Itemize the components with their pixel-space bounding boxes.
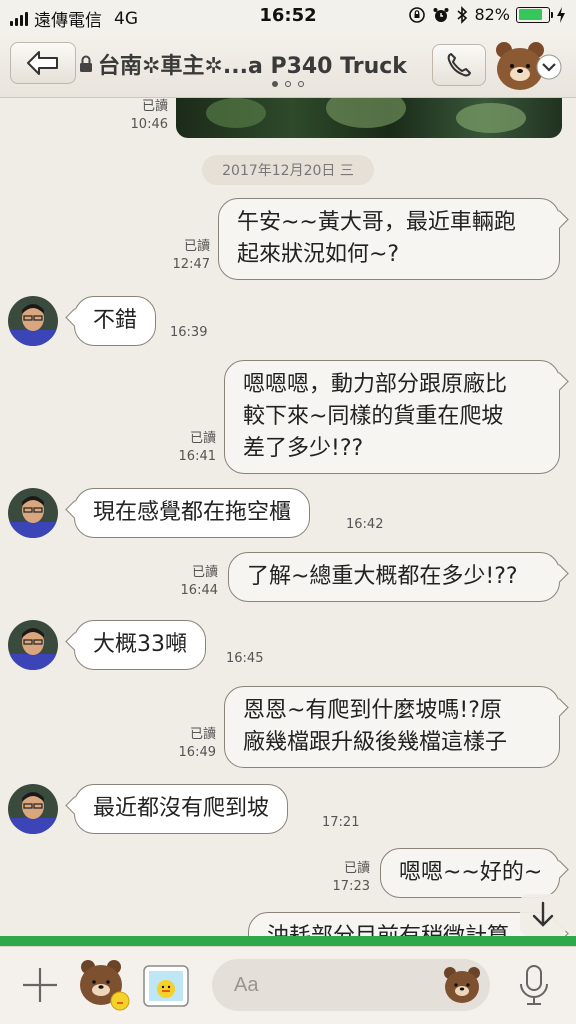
bear-sticker-icon[interactable] bbox=[74, 955, 132, 1013]
microphone-icon[interactable] bbox=[516, 963, 552, 1007]
message-time: 16:45 bbox=[226, 651, 264, 666]
message-time: 16:41 bbox=[178, 449, 216, 464]
message-time: 17:21 bbox=[322, 815, 360, 830]
message-line: 起來狀況如何~? bbox=[237, 242, 400, 267]
back-button[interactable] bbox=[10, 42, 76, 84]
incoming-message[interactable]: 大概33噸 bbox=[74, 620, 206, 670]
message-time: 16:49 bbox=[178, 745, 216, 760]
phone-icon bbox=[447, 53, 471, 77]
read-label: 已讀 bbox=[141, 99, 168, 114]
message-line: 大概33噸 bbox=[93, 632, 187, 657]
message-line: 了解~總重大概都在多少!?? bbox=[247, 564, 518, 589]
call-button[interactable] bbox=[432, 44, 486, 86]
message-meta: 已讀 16:41 bbox=[172, 430, 216, 466]
bluetooth-icon bbox=[457, 5, 468, 24]
lock-icon bbox=[80, 55, 92, 72]
input-divider bbox=[0, 936, 576, 946]
contact-avatar[interactable] bbox=[8, 620, 58, 670]
outgoing-message[interactable]: 嗯嗯~~好的~ bbox=[380, 848, 560, 898]
message-line: 差了多少!?? bbox=[243, 436, 364, 461]
incoming-message[interactable]: 現在感覺都在拖空櫃 bbox=[74, 488, 311, 538]
photo-meta: 已讀 10:46 bbox=[126, 98, 168, 134]
alarm-icon bbox=[433, 7, 449, 22]
status-bar: 遠傳電信 4G 16:52 82% bbox=[0, 0, 576, 32]
read-label: 已讀 bbox=[183, 239, 210, 254]
contact-avatar[interactable] bbox=[8, 296, 58, 346]
message-time: 12:47 bbox=[172, 257, 210, 272]
contact-avatar[interactable] bbox=[8, 784, 58, 834]
chat-title[interactable]: 台南✲車主✲...a P340 Truck bbox=[78, 48, 430, 80]
message-meta: 已讀 12:47 bbox=[166, 238, 210, 274]
read-label: 已讀 bbox=[189, 727, 216, 742]
page-dot bbox=[272, 81, 278, 87]
outgoing-message[interactable]: 恩恩~有爬到什麼坡嗎!?原 廠幾檔跟升級後幾檔這樣子 bbox=[224, 686, 560, 768]
message-line: 現在感覺都在拖空櫃 bbox=[93, 500, 292, 525]
battery-level bbox=[518, 9, 543, 20]
chevron-down-icon[interactable] bbox=[536, 54, 562, 80]
message-line: 午安~~黃大哥，最近車輛跑 bbox=[237, 210, 516, 235]
scroll-to-bottom-button[interactable] bbox=[520, 894, 566, 936]
message-meta: 已讀 16:49 bbox=[172, 726, 216, 762]
outgoing-message[interactable]: 了解~總重大概都在多少!?? bbox=[228, 552, 560, 602]
contact-avatar[interactable] bbox=[8, 488, 58, 538]
orientation-lock-icon bbox=[409, 6, 426, 23]
incoming-message[interactable]: 不錯 bbox=[74, 296, 157, 346]
message-line: 嗯嗯嗯，動力部分跟原廠比 bbox=[243, 372, 508, 397]
plus-icon[interactable] bbox=[20, 965, 60, 1005]
message-list[interactable]: 已讀 10:46 2017年12月20日 三 已讀 12:47 午安~~黃大哥，… bbox=[0, 98, 576, 946]
message-line: 恩恩~有爬到什麼坡嗎!?原 bbox=[243, 698, 502, 723]
read-label: 已讀 bbox=[191, 565, 218, 580]
message-line: 較下來~同樣的貨重在爬坡 bbox=[243, 404, 504, 429]
read-label: 已讀 bbox=[343, 861, 370, 876]
message-line: 廠幾檔跟升級後幾檔這樣子 bbox=[243, 730, 508, 755]
message-meta: 已讀 17:23 bbox=[328, 860, 370, 896]
read-label: 已讀 bbox=[189, 431, 216, 446]
photo-icon[interactable] bbox=[142, 963, 192, 1009]
message-time: 16:39 bbox=[170, 325, 208, 340]
message-time: 10:46 bbox=[130, 117, 168, 132]
input-bar bbox=[0, 946, 576, 1024]
battery-icon bbox=[516, 6, 553, 23]
outgoing-message[interactable]: 午安~~黃大哥，最近車輛跑 起來狀況如何~? bbox=[218, 198, 560, 280]
page-dot bbox=[298, 81, 304, 87]
status-right: 82% bbox=[408, 5, 566, 24]
message-line: 不錯 bbox=[93, 308, 138, 333]
battery-percent: 82% bbox=[474, 5, 510, 24]
chat-header: 台南✲車主✲...a P340 Truck bbox=[0, 32, 576, 98]
date-separator: 2017年12月20日 三 bbox=[202, 155, 374, 185]
arrow-left-icon bbox=[27, 51, 58, 75]
photo-message[interactable] bbox=[176, 98, 562, 138]
outgoing-message[interactable]: 嗯嗯嗯，動力部分跟原廠比 較下來~同樣的貨重在爬坡 差了多少!?? bbox=[224, 360, 560, 474]
page-indicator bbox=[0, 81, 576, 87]
arrow-down-icon bbox=[532, 901, 554, 927]
chat-title-text: 台南✲車主✲...a P340 Truck bbox=[98, 54, 407, 79]
message-time: 16:44 bbox=[180, 583, 218, 598]
message-line: 最近都沒有爬到坡 bbox=[93, 796, 270, 821]
message-meta: 已讀 16:44 bbox=[176, 564, 218, 600]
page-dot bbox=[285, 81, 291, 87]
message-time: 17:23 bbox=[332, 879, 370, 894]
charging-icon bbox=[557, 6, 565, 23]
incoming-message[interactable]: 最近都沒有爬到坡 bbox=[74, 784, 289, 834]
message-line: 嗯嗯~~好的~ bbox=[399, 860, 543, 885]
bear-emoji-icon[interactable] bbox=[440, 963, 484, 1007]
message-time: 16:42 bbox=[346, 517, 384, 532]
